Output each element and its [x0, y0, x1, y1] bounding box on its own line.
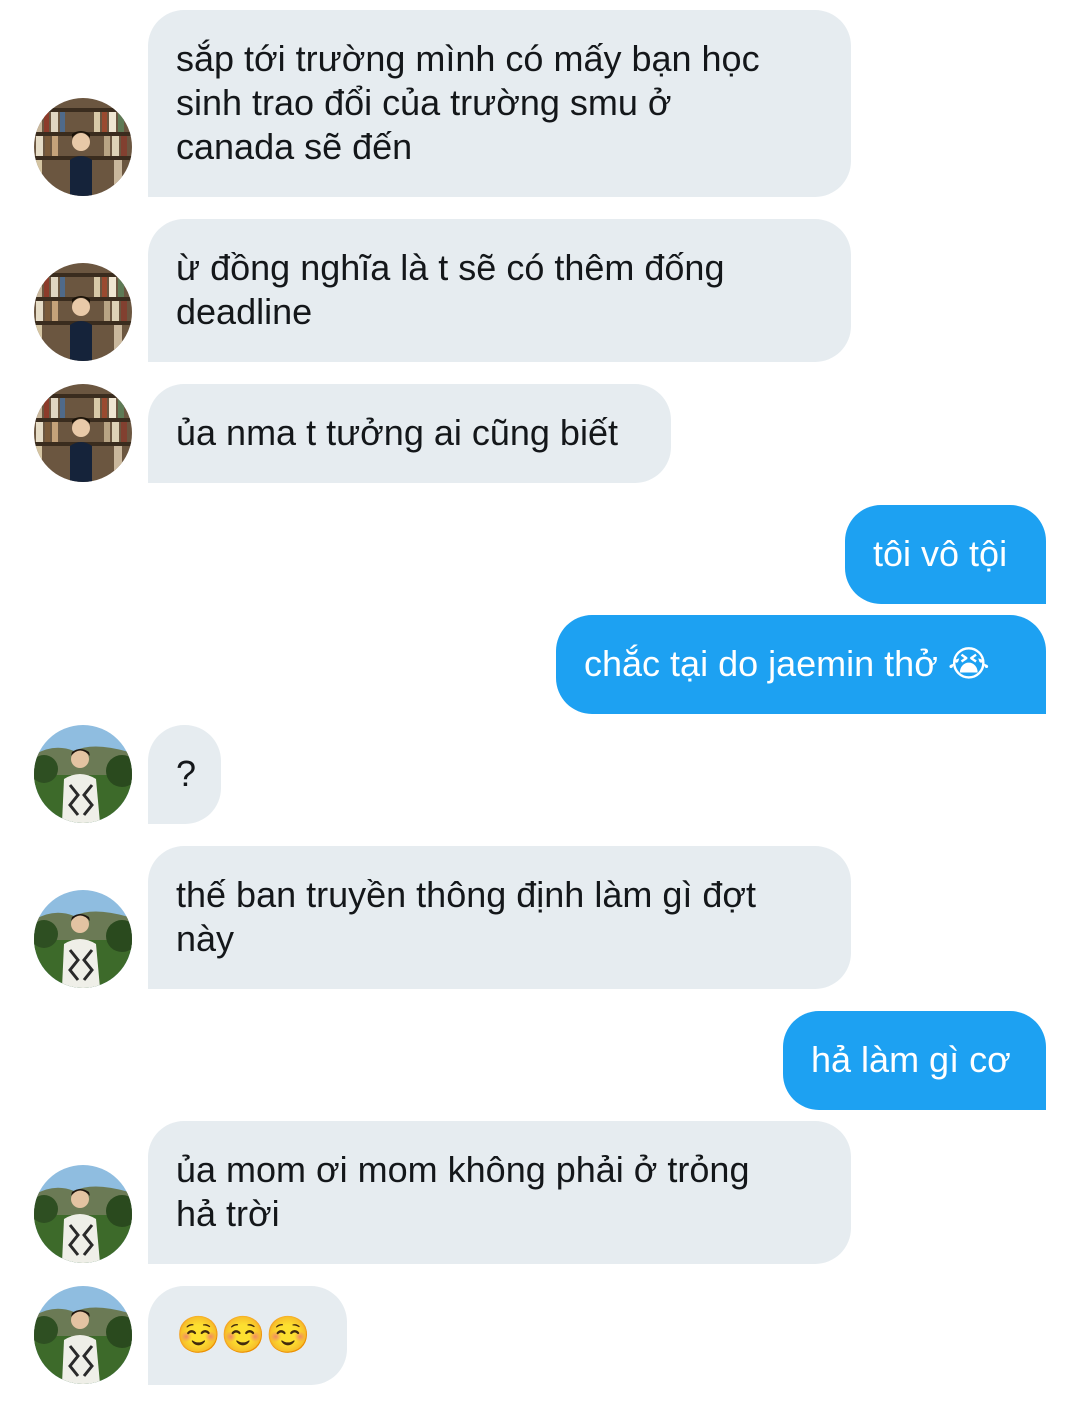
incoming-message-bubble[interactable]: ☺️☺️☺️: [148, 1286, 347, 1385]
incoming-message-bubble[interactable]: ủa nma t tưởng ai cũng biết: [148, 384, 671, 483]
outdoor-avatar[interactable]: [34, 1165, 132, 1263]
incoming-message-bubble[interactable]: ừ đồng nghĩa là t sẽ có thêm đống deadli…: [148, 219, 851, 362]
outdoor-avatar[interactable]: [34, 890, 132, 988]
outgoing-message-bubble[interactable]: chắc tại do jaemin thở 😭: [556, 615, 1046, 714]
outgoing-message-bubble[interactable]: hả làm gì cơ: [783, 1011, 1046, 1110]
incoming-message-bubble[interactable]: ủa mom ơi mom không phải ở trỏng hả trời: [148, 1121, 851, 1264]
library-avatar[interactable]: [34, 98, 132, 196]
outgoing-message-bubble[interactable]: tôi vô tội: [845, 505, 1046, 604]
outdoor-avatar[interactable]: [34, 725, 132, 823]
incoming-message-bubble[interactable]: ?: [148, 725, 221, 824]
library-avatar[interactable]: [34, 384, 132, 482]
incoming-message-bubble[interactable]: sắp tới trường mình có mấy bạn học sinh …: [148, 10, 851, 197]
outdoor-avatar[interactable]: [34, 1286, 132, 1384]
incoming-message-bubble[interactable]: thế ban truyền thông định làm gì đợt này: [148, 846, 851, 989]
library-avatar[interactable]: [34, 263, 132, 361]
